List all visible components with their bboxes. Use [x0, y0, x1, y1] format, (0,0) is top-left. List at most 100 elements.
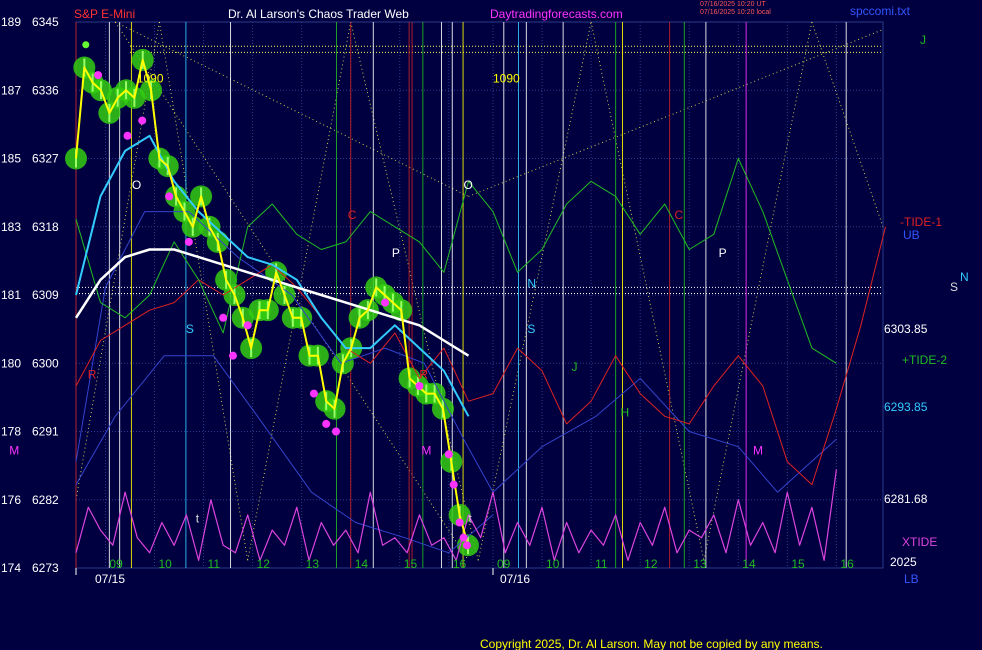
- diagonal-line: [468, 29, 884, 197]
- y-tick-inner: 6300: [32, 356, 59, 370]
- y-tick-outer: 185: [1, 152, 21, 166]
- label-tide2: +TIDE-2: [902, 353, 947, 367]
- x-tick-label: 09: [109, 557, 123, 571]
- x-tick-label: 14: [355, 557, 369, 571]
- magenta-marker: [322, 419, 331, 428]
- annotation-label: S: [186, 322, 194, 336]
- x-tick-label: 11: [208, 557, 221, 571]
- x-tick-label: 15: [404, 557, 418, 571]
- magenta-marker: [459, 533, 468, 542]
- magenta-marker: [184, 237, 193, 246]
- annotation-label: S: [527, 322, 535, 336]
- label-s: S: [950, 280, 958, 294]
- year-label: 2025: [890, 555, 917, 569]
- timestamp-ut: 07/16/2025 10:20 UT: [700, 1, 766, 8]
- magenta-marker: [462, 541, 471, 550]
- y-tick-outer: 174: [1, 561, 21, 575]
- grid: [75, 21, 884, 569]
- x-tick-label: 12: [644, 557, 658, 571]
- x-tick-label: 14: [742, 557, 756, 571]
- annotation-label: 1090: [493, 72, 520, 86]
- magenta-marker: [309, 389, 318, 398]
- label-xtide: XTIDE: [902, 535, 937, 549]
- y-tick-outer: 187: [1, 83, 21, 97]
- date-label-1: 07/15: [95, 572, 125, 586]
- x-tick-label: 13: [306, 557, 320, 571]
- y-tick-outer: 189: [1, 15, 21, 29]
- site-link[interactable]: Daytradingforecasts.com: [490, 7, 623, 21]
- timestamp-local: 07/16/2025 10:20 local: [700, 9, 771, 16]
- x-tick-label: 10: [158, 557, 172, 571]
- magenta-marker: [455, 518, 464, 527]
- x-tick-label: 12: [257, 557, 271, 571]
- annotation-label: J: [571, 360, 577, 374]
- x-tick-label: 11: [595, 557, 608, 571]
- instrument-title: S&P E-Mini: [74, 7, 135, 21]
- annotation-label: t: [196, 512, 200, 526]
- y-tick-inner: 6309: [32, 288, 59, 302]
- y-tick-outer: 181: [1, 288, 21, 302]
- date-label-2: 07/16: [500, 572, 530, 586]
- annotation-label: M: [753, 443, 763, 457]
- magenta-marker: [415, 382, 424, 390]
- annotation-label: O: [132, 178, 141, 192]
- y-tick-inner: 6345: [32, 15, 59, 29]
- magenta-marker: [449, 480, 458, 489]
- annotation-label: t: [468, 512, 472, 526]
- x-tick-label: 13: [693, 557, 707, 571]
- annotation-label: C: [348, 208, 357, 222]
- y-tick-outer: 178: [1, 425, 21, 439]
- annotation-label: P: [392, 246, 400, 260]
- chaos-trader-chart: 1090 1090O OC CP PNS SJR RHM M Mt t 189 6345187 633…: [1, 1, 969, 650]
- x-tick-label: 09: [497, 557, 511, 571]
- site-title: Dr. Al Larson's Chaos Trader Web: [228, 7, 409, 21]
- magenta-marker: [219, 313, 228, 322]
- label-j: J: [920, 33, 926, 47]
- magenta-marker: [138, 116, 147, 125]
- magenta-marker: [94, 71, 103, 80]
- y-tick-outer: 180: [1, 356, 21, 370]
- label-6281: 6281.68: [884, 492, 928, 506]
- x-tick-label: 10: [546, 557, 560, 571]
- annotation-label: C: [675, 208, 684, 222]
- y-tick-inner: 6273: [32, 561, 59, 575]
- annotation-label: O: [464, 178, 473, 192]
- x-tick-label: 15: [791, 557, 805, 571]
- magenta-marker: [123, 131, 132, 140]
- magenta-marker: [228, 351, 237, 360]
- annotation-label: 1090: [137, 72, 164, 86]
- annotation-label: N: [527, 276, 536, 290]
- annotation-label: P: [719, 246, 727, 260]
- y-tick-inner: 6291: [32, 425, 59, 439]
- magenta-marker: [243, 321, 252, 330]
- y-tick-inner: 6318: [32, 220, 59, 234]
- start-marker: [82, 41, 90, 49]
- annotation-label: R: [88, 367, 97, 381]
- y-tick-inner: 6327: [32, 152, 59, 166]
- magenta-marker: [332, 427, 341, 436]
- copyright: Copyright 2025, Dr. Al Larson. May not b…: [480, 637, 823, 650]
- annotation-label: M: [9, 443, 19, 457]
- label-6293: 6293.85: [884, 400, 928, 414]
- diagonal-line: [703, 21, 813, 561]
- label-6303: 6303.85: [884, 322, 928, 336]
- y-tick-inner: 6282: [32, 493, 59, 507]
- diagonal-line: [477, 21, 592, 561]
- annotation-label: H: [621, 405, 630, 419]
- magenta-marker: [444, 450, 453, 459]
- diagonal-line: [590, 21, 705, 561]
- annotation-label: M: [421, 443, 431, 457]
- label-ub: UB: [903, 228, 920, 242]
- y-tick-outer: 183: [1, 220, 21, 234]
- series: [74, 41, 886, 562]
- plot-frame: [75, 21, 884, 569]
- annotation-label: R: [419, 367, 428, 381]
- label-tide1: -TIDE-1: [900, 215, 942, 229]
- lb-label: LB: [904, 572, 919, 586]
- y-tick-outer: 176: [1, 493, 21, 507]
- label-n: N: [960, 270, 969, 284]
- x-tick-label: 16: [840, 557, 854, 571]
- diagonal-line: [247, 21, 352, 561]
- file-name: spccomi.txt: [850, 4, 911, 18]
- x-tick-label: 16: [453, 557, 467, 571]
